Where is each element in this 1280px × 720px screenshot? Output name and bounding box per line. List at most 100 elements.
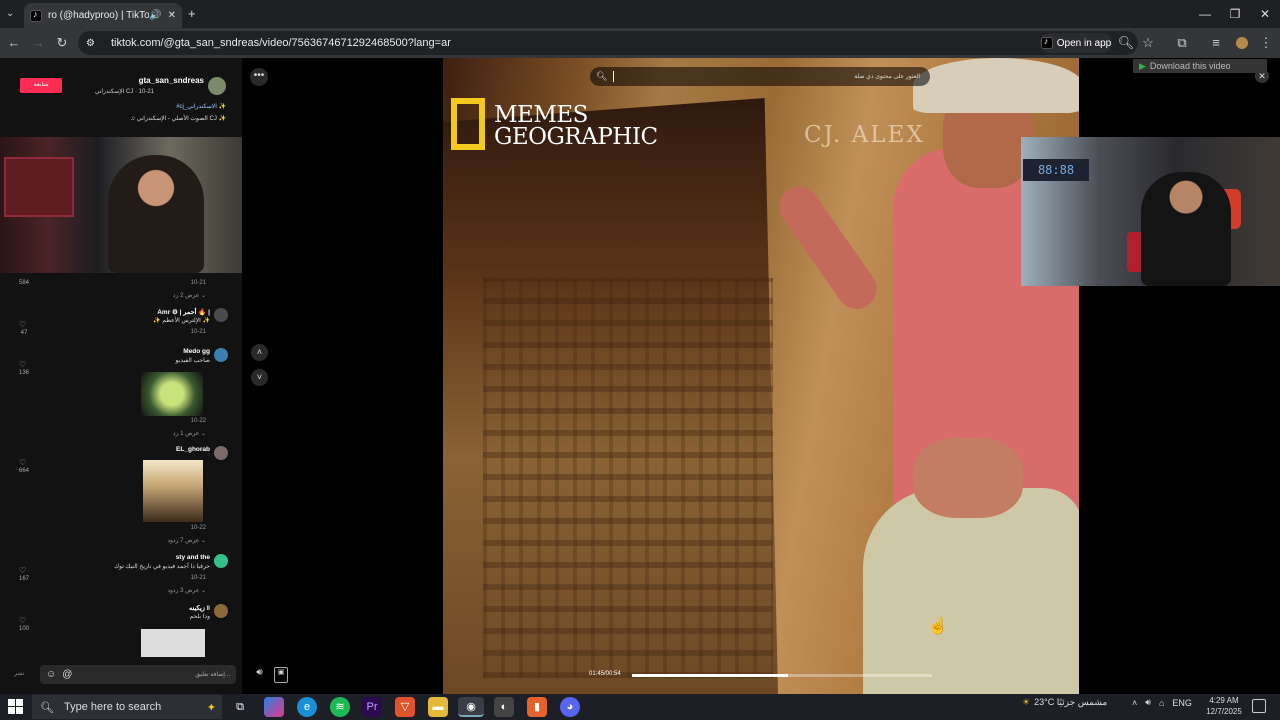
- next-video-chevron-down-icon[interactable]: ˅: [251, 369, 268, 386]
- comment-username[interactable]: EL_ghorab: [176, 446, 210, 453]
- heart-icon[interactable]: ♡: [19, 360, 26, 369]
- view-replies-link[interactable]: عرض 3 ردود ⌄: [167, 587, 206, 594]
- network-icon[interactable]: ⌂: [1159, 698, 1164, 708]
- comment-image[interactable]: [141, 629, 205, 657]
- avatar[interactable]: [214, 446, 228, 460]
- minimize-button[interactable]: —: [1190, 5, 1220, 23]
- progress-fill: [632, 674, 788, 677]
- taskbar-clock[interactable]: 4:29 AM 12/7/2025: [1202, 695, 1246, 717]
- picture-in-picture-icon[interactable]: ▣: [274, 667, 288, 683]
- avatar[interactable]: [214, 554, 228, 568]
- edge-icon[interactable]: e: [297, 697, 317, 717]
- language-indicator[interactable]: ENG: [1172, 698, 1192, 708]
- back-arrow-icon[interactable]: ←: [4, 33, 24, 53]
- led-clock: 88:88: [1023, 159, 1089, 181]
- comment-image[interactable]: [141, 372, 203, 416]
- like-count: 584: [18, 280, 29, 286]
- video-figure-shorts: [863, 488, 1079, 694]
- spotify-icon[interactable]: ≋: [330, 697, 350, 717]
- bookmark-star-icon[interactable]: ☆: [1138, 33, 1158, 53]
- logo-frame: [451, 98, 485, 150]
- task-view-icon[interactable]: ⧉: [230, 697, 250, 717]
- emoji-icon[interactable]: ☺: [46, 669, 56, 680]
- profile-avatar[interactable]: [1232, 33, 1252, 53]
- comment-text: ودا بلحم: [189, 614, 210, 620]
- brave-icon[interactable]: ▽: [395, 697, 415, 717]
- tab-audio-icon[interactable]: 🔊: [149, 10, 161, 21]
- like-count: 136: [18, 370, 29, 376]
- site-info-icon[interactable]: ⚙: [86, 38, 95, 49]
- address-bar[interactable]: ⚙ tiktok.com/@gta_san_sndreas/video/7563…: [78, 31, 1138, 55]
- premiere-icon[interactable]: Pr: [362, 697, 382, 717]
- new-tab-button[interactable]: +: [188, 6, 196, 21]
- video-figure-hat: [913, 58, 1079, 113]
- comment-username[interactable]: sty and the: [176, 554, 210, 561]
- follow-button[interactable]: متابعة: [20, 78, 62, 93]
- notification-icon[interactable]: [1252, 699, 1266, 713]
- like-count: 47: [20, 330, 28, 336]
- author-name[interactable]: gta_san_sndreas: [80, 76, 204, 85]
- volume-tray-icon[interactable]: 🔊︎: [1145, 697, 1151, 708]
- mention-icon[interactable]: @: [62, 669, 72, 680]
- tab-tiktok[interactable]: ro (@hadyproo) | TikTok(6) 🔊 ✕: [24, 3, 182, 28]
- memes-geographic-logo: MEMES GEOGRAPHIC: [451, 98, 658, 154]
- author-avatar[interactable]: [208, 77, 226, 95]
- heart-icon[interactable]: ♡: [19, 616, 26, 625]
- comment-date: 10-21: [190, 329, 206, 335]
- volume-icon[interactable]: 🔊︎: [251, 667, 268, 684]
- heart-icon[interactable]: ♡: [19, 458, 26, 467]
- sound-link[interactable]: ♫ الصوت الأصلي - الإسكندراني CJ ✨: [60, 115, 226, 122]
- extensions-icon[interactable]: ⧉: [1172, 33, 1192, 53]
- close-video-button[interactable]: ✕: [1255, 69, 1269, 83]
- taskbar-search-input[interactable]: 🔍︎ Type here to search ✦: [32, 695, 222, 719]
- video-figure-arm: [771, 179, 885, 317]
- windows-start-icon[interactable]: [8, 699, 24, 715]
- copilot-icon[interactable]: [264, 697, 284, 717]
- obs-icon[interactable]: ◐: [494, 697, 514, 717]
- media-controls-icon[interactable]: ≡: [1206, 33, 1226, 53]
- view-replies-link[interactable]: عرض 2 رد ⌄: [173, 292, 206, 299]
- related-search-text: العثور على محتوى ذي صلة: [854, 74, 920, 80]
- previous-video-chevron-up-icon[interactable]: ˄: [251, 344, 268, 361]
- heart-icon[interactable]: ♡: [19, 566, 26, 575]
- discord-icon[interactable]: ◕: [560, 697, 580, 717]
- restore-button[interactable]: ❐: [1220, 5, 1250, 23]
- heart-icon[interactable]: ♡: [19, 320, 26, 329]
- weather-widget[interactable]: ☀ 23°C مشمس جزئيًا: [1022, 697, 1107, 708]
- avatar[interactable]: [214, 604, 228, 618]
- weather-text: 23°C مشمس جزئيًا: [1034, 697, 1108, 707]
- post-button[interactable]: نشر: [14, 670, 24, 677]
- view-replies-link[interactable]: عرض 7 ردود ⌄: [167, 537, 206, 544]
- comment-date: 10-21: [190, 280, 206, 286]
- tab-close-icon[interactable]: ✕: [168, 10, 176, 21]
- comment-date: 10-22: [190, 418, 206, 424]
- video-progress-bar[interactable]: [632, 674, 932, 677]
- browser-menu-icon[interactable]: ⋮: [1256, 33, 1276, 53]
- avatar[interactable]: [214, 348, 228, 362]
- comment-username[interactable]: Amr ⚙ | أحمر 🔥 |: [157, 308, 210, 316]
- video-hieroglyphs: [483, 278, 773, 678]
- open-in-app-button[interactable]: Open in app: [1040, 33, 1112, 53]
- open-in-app-label: Open in app: [1056, 37, 1112, 49]
- related-search-bar[interactable]: 🔍︎ العثور على محتوى ذي صلة: [590, 67, 930, 86]
- forward-arrow-icon[interactable]: →: [28, 33, 48, 53]
- view-replies-link[interactable]: عرض 1 رد ⌄: [173, 430, 206, 437]
- comment-image[interactable]: [143, 460, 203, 522]
- download-video-button[interactable]: ▶ Download this video: [1133, 59, 1267, 73]
- file-explorer-icon[interactable]: ▬: [428, 697, 448, 717]
- zoom-icon[interactable]: 🔍︎: [1116, 33, 1136, 53]
- more-options-button[interactable]: •••: [250, 68, 268, 86]
- avatar[interactable]: [214, 308, 228, 322]
- tab-search-chevron-icon[interactable]: ⌄: [6, 8, 14, 19]
- close-window-button[interactable]: ✕: [1250, 5, 1280, 23]
- tray-overflow-chevron-icon[interactable]: ˄: [1132, 698, 1137, 708]
- hashtag-link[interactable]: #cj_الاسكندراني ✨: [60, 103, 226, 110]
- comment-date: 10-21: [190, 575, 206, 581]
- comment-username[interactable]: Medo gg: [183, 348, 210, 355]
- chrome-icon[interactable]: ◉: [458, 697, 484, 717]
- comment-input[interactable]: ☺ @ إضافة تعليق...: [40, 665, 236, 684]
- app-icon[interactable]: ▮: [527, 697, 547, 717]
- reload-icon[interactable]: ↻: [52, 33, 72, 53]
- comment-username[interactable]: زيكينه ‖: [189, 604, 210, 612]
- search-icon[interactable]: 🔍︎: [596, 71, 607, 82]
